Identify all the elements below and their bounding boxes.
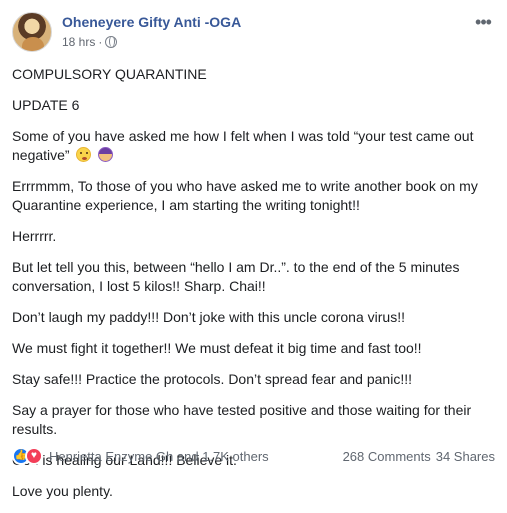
comments-link[interactable]: 268 Comments xyxy=(343,449,431,464)
post-paragraph-6: But let tell you this, between “hello I … xyxy=(12,259,460,294)
separator-dot: · xyxy=(98,35,103,49)
globe-icon[interactable] xyxy=(105,36,118,48)
woman-gesturing-emoji xyxy=(98,147,114,162)
post-paragraph-8: We must fight it together!! We must defe… xyxy=(12,340,422,356)
post-paragraph-12: Love you plenty. xyxy=(12,483,113,499)
post-paragraph-9: Stay safe!!! Practice the protocols. Don… xyxy=(12,371,412,387)
love-icon[interactable]: ♥ xyxy=(25,447,43,465)
post-paragraph-10: Say a prayer for those who have tested p… xyxy=(12,402,472,437)
post-stats: 268 Comments 34 Shares xyxy=(343,449,495,464)
post-header: Oheneyere Gifty Anti -OGA 18 hrs · ••• xyxy=(12,12,495,56)
post-paragraph-2: UPDATE 6 xyxy=(12,97,80,113)
more-options-icon[interactable]: ••• xyxy=(471,13,495,33)
reactors-link[interactable]: Henrietta Enzyme Gh and 1.7K others xyxy=(49,449,269,464)
flushed-face-emoji xyxy=(76,147,92,162)
post-paragraph-7: Don’t laugh my paddy!!! Don’t joke with … xyxy=(12,309,405,325)
reaction-icons[interactable]: 👍 ♥ xyxy=(12,447,43,465)
post-paragraph-3: Some of you have asked me how I felt whe… xyxy=(12,127,495,165)
facebook-post: Oheneyere Gifty Anti -OGA 18 hrs · ••• C… xyxy=(0,0,507,499)
post-time[interactable]: 18 hrs xyxy=(62,35,95,49)
post-meta: 18 hrs · xyxy=(62,35,118,49)
author-avatar[interactable] xyxy=(12,12,52,52)
shares-link[interactable]: 34 Shares xyxy=(436,449,495,464)
post-footer: 👍 ♥ Henrietta Enzyme Gh and 1.7K others … xyxy=(12,445,495,467)
post-paragraph-5: Herrrrr. xyxy=(12,228,57,244)
post-paragraph-4: Errrmmm, To those of you who have asked … xyxy=(12,178,478,213)
post-paragraph-1: COMPULSORY QUARANTINE xyxy=(12,66,207,82)
author-name[interactable]: Oheneyere Gifty Anti -OGA xyxy=(62,14,241,30)
